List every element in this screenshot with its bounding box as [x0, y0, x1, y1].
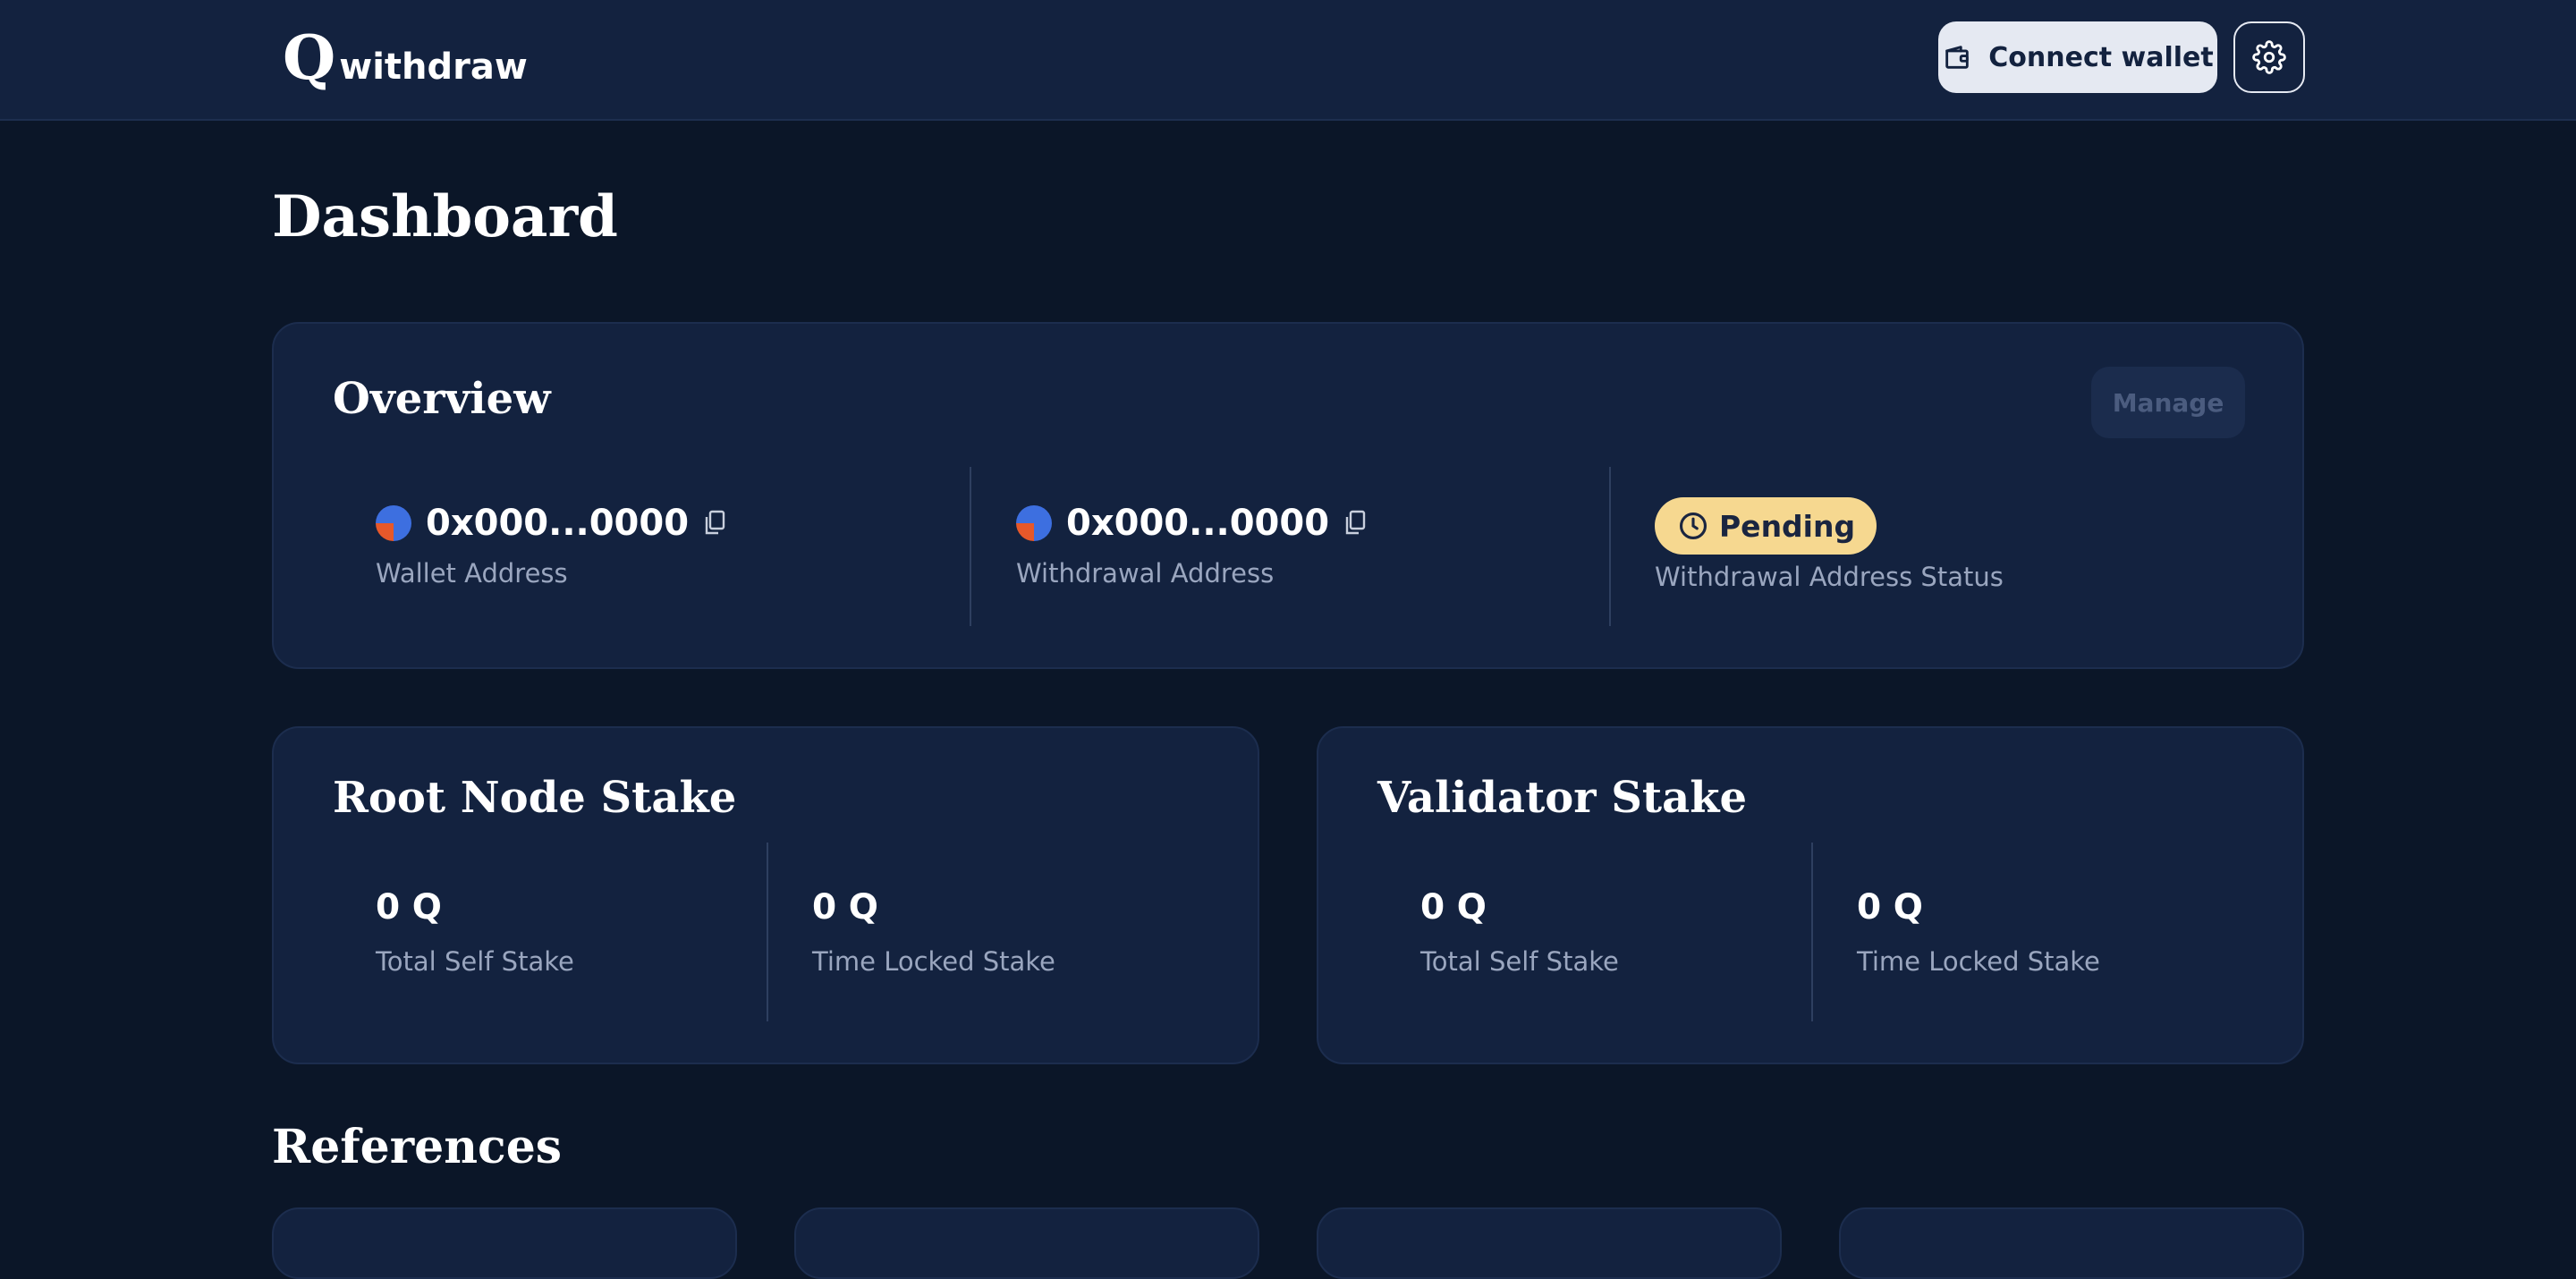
root-total-self-value: 0 Q — [376, 887, 442, 927]
root-node-stake-title: Root Node Stake — [333, 773, 737, 823]
connect-wallet-button[interactable]: Connect wallet — [1938, 21, 2217, 93]
root-node-stake-card: Root Node Stake 0 Q Total Self Stake 0 Q… — [272, 726, 1259, 1064]
reference-card[interactable] — [1839, 1207, 2304, 1279]
wallet-address: 0x000...0000 — [376, 503, 726, 544]
overview-title: Overview — [333, 374, 551, 424]
root-total-self-label: Total Self Stake — [376, 946, 574, 977]
withdrawal-address-label: Withdrawal Address — [1016, 558, 1275, 589]
validator-stake-card: Validator Stake 0 Q Total Self Stake 0 Q… — [1317, 726, 2304, 1064]
validator-time-locked-label: Time Locked Stake — [1857, 946, 2100, 977]
wallet-address-label: Wallet Address — [376, 558, 568, 589]
withdrawal-status-label: Withdrawal Address Status — [1655, 562, 2004, 592]
top-bar: Q withdraw Connect wallet — [0, 0, 2576, 121]
status-badge-label: Pending — [1719, 508, 1856, 544]
logo-mark: Q — [283, 22, 336, 94]
wallet-icon — [1945, 46, 1969, 69]
root-time-locked-label: Time Locked Stake — [812, 946, 1055, 977]
withdrawal-avatar — [1016, 505, 1052, 541]
logo-text: withdraw — [339, 47, 528, 88]
copy-icon[interactable] — [703, 510, 726, 537]
withdrawal-address: 0x000...0000 — [1016, 503, 1367, 544]
page-title: Dashboard — [272, 183, 618, 250]
manage-button[interactable]: Manage — [2091, 367, 2245, 438]
overview-divider — [970, 467, 971, 626]
settings-button[interactable] — [2233, 21, 2305, 93]
gear-icon — [2252, 40, 2286, 74]
reference-card[interactable] — [1317, 1207, 1782, 1279]
validator-total-self-value: 0 Q — [1420, 887, 1487, 927]
clock-icon — [1679, 512, 1707, 540]
status-badge: Pending — [1655, 497, 1877, 555]
reference-card[interactable] — [794, 1207, 1259, 1279]
copy-icon[interactable] — [1343, 510, 1367, 537]
connect-wallet-label: Connect wallet — [1988, 41, 2214, 73]
reference-card[interactable] — [272, 1207, 737, 1279]
wallet-avatar — [376, 505, 411, 541]
validator-total-self-label: Total Self Stake — [1420, 946, 1619, 977]
stake-divider — [1811, 843, 1813, 1021]
overview-divider — [1609, 467, 1611, 626]
stake-divider — [767, 843, 768, 1021]
withdrawal-address-value: 0x000...0000 — [1066, 503, 1330, 544]
references-title: References — [272, 1120, 563, 1174]
overview-card: Overview Manage 0x000...0000 Wallet Addr… — [272, 322, 2304, 669]
validator-stake-title: Validator Stake — [1377, 773, 1747, 823]
validator-time-locked-value: 0 Q — [1857, 887, 1923, 927]
wallet-address-value: 0x000...0000 — [426, 503, 690, 544]
root-time-locked-value: 0 Q — [812, 887, 878, 927]
logo[interactable]: Q withdraw — [283, 27, 528, 89]
